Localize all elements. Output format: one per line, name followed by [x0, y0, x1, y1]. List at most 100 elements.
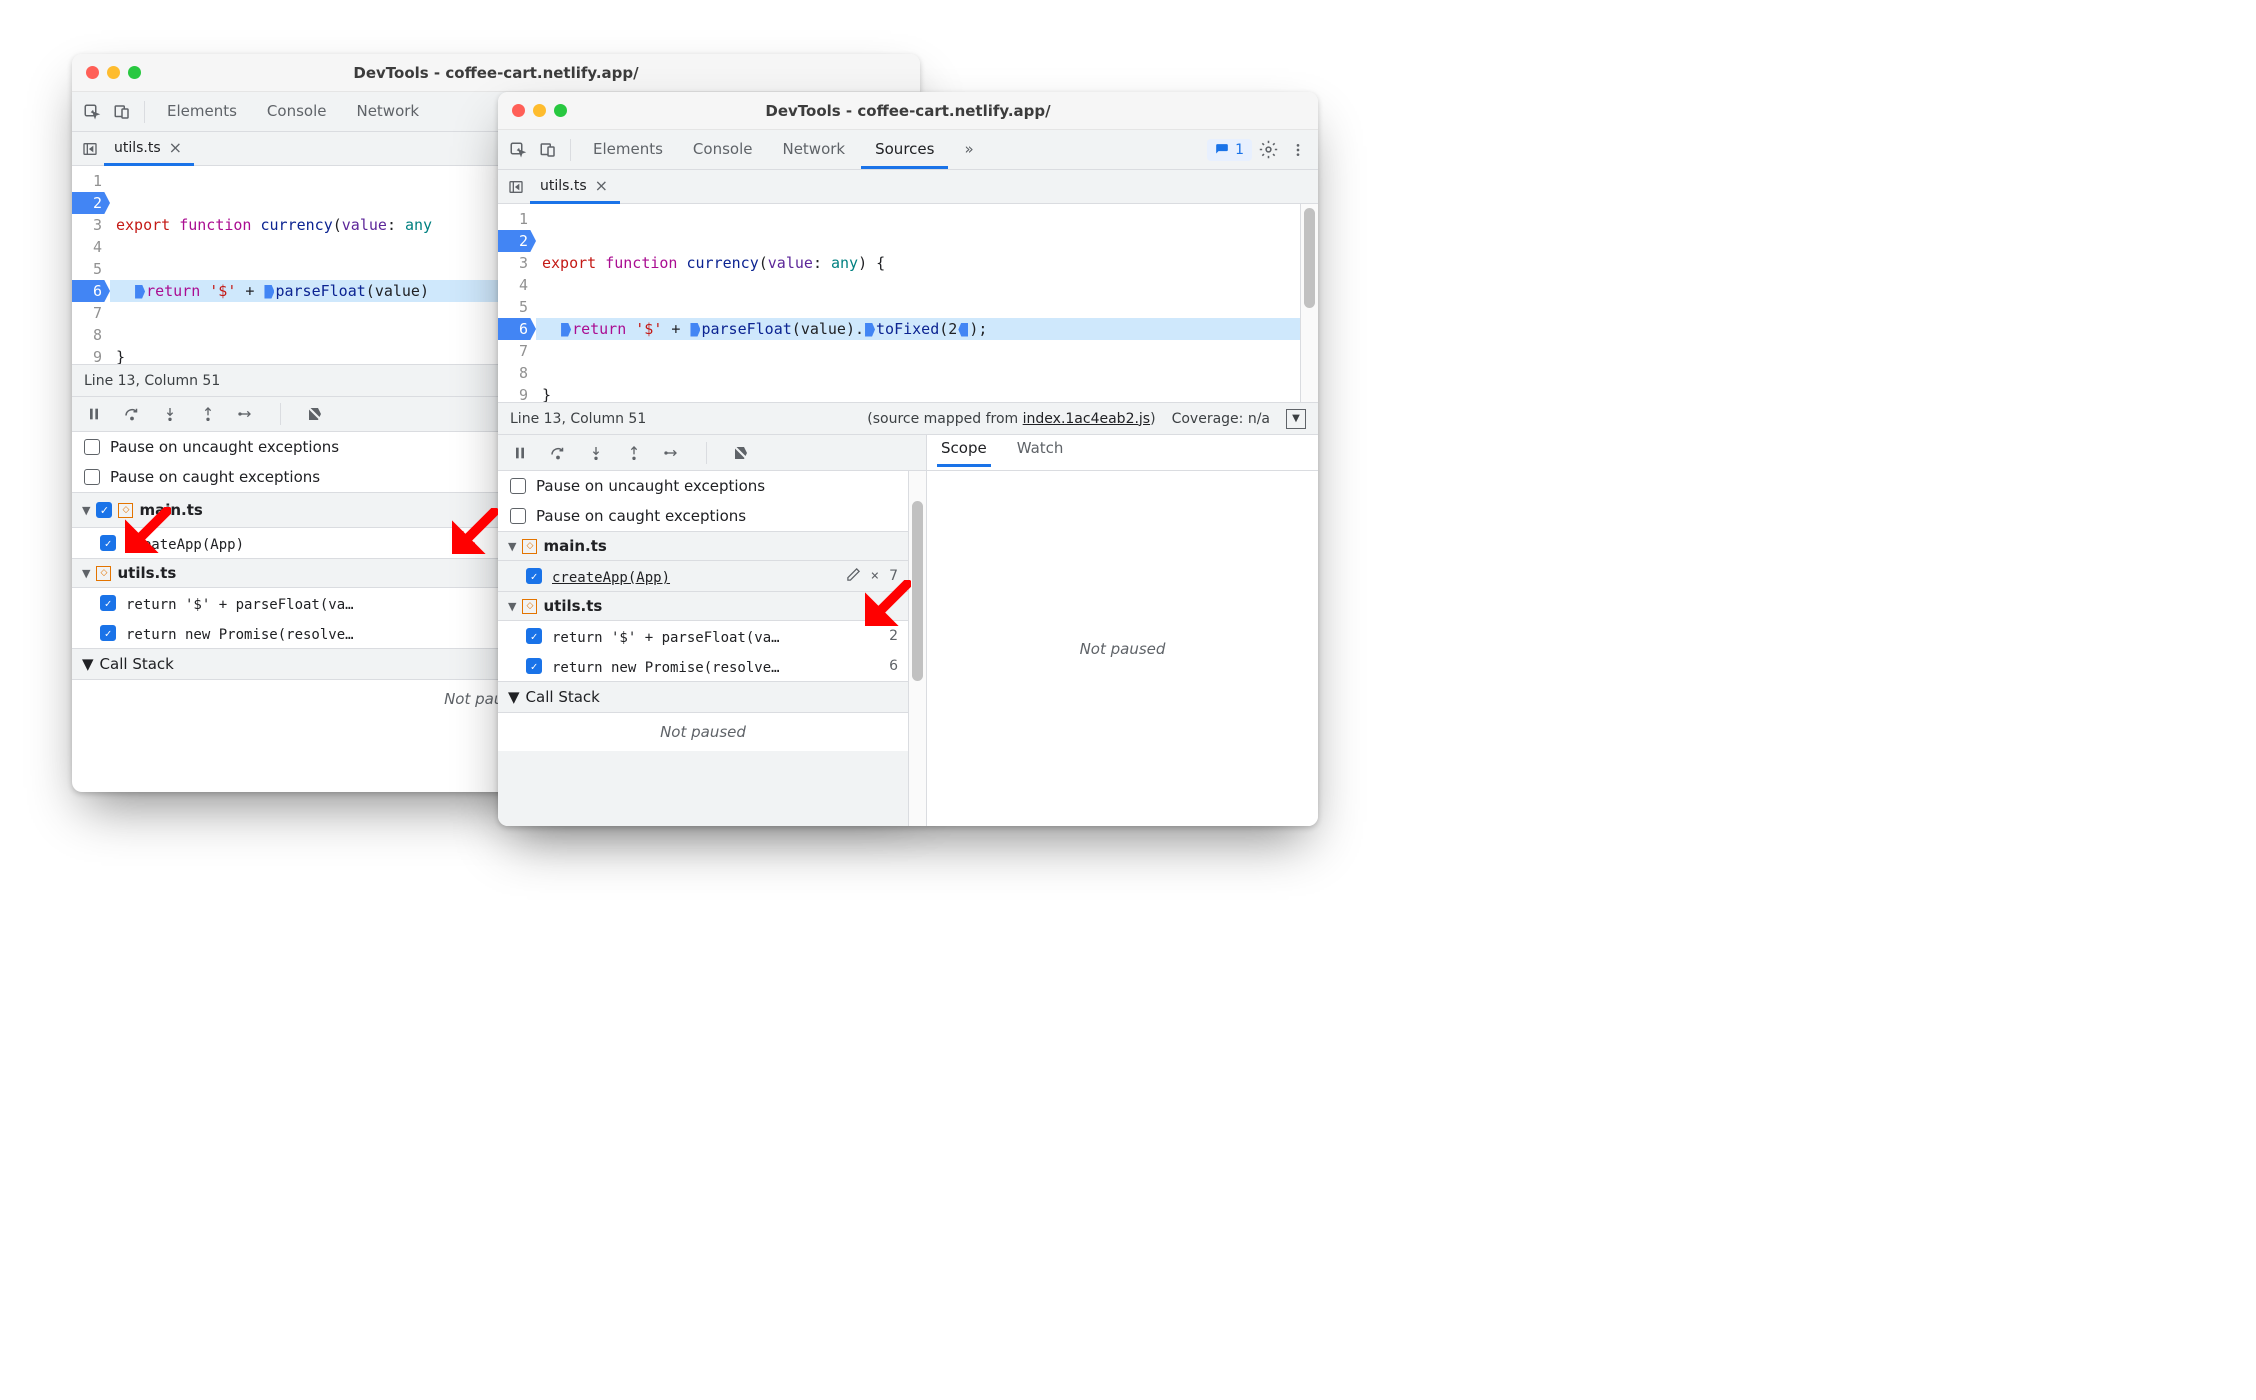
file-icon: ◇ [96, 566, 111, 581]
device-toggle-icon[interactable] [108, 98, 136, 126]
checkbox-icon[interactable]: ✓ [100, 625, 116, 641]
traffic-lights [498, 104, 567, 117]
disclosure-icon[interactable]: ▼ [508, 540, 516, 553]
collapse-icon[interactable]: ▼ [1286, 409, 1306, 429]
statusbar: Line 13, Column 51 (source mapped from i… [498, 402, 1318, 434]
debugger-panel: Pause on uncaught exceptions Pause on ca… [498, 434, 1318, 826]
breakpoints-pane: Pause on uncaught exceptions Pause on ca… [498, 471, 908, 751]
issues-badge[interactable]: 1 [1207, 139, 1252, 161]
devtools-window-right: DevTools - coffee-cart.netlify.app/ Elem… [498, 92, 1318, 826]
breakpoint-row[interactable]: ✓ return '$' + parseFloat(va… 2 [498, 621, 908, 651]
show-nav-icon[interactable] [502, 173, 530, 201]
step-over-icon[interactable] [548, 443, 568, 463]
minimize-dot[interactable] [533, 104, 546, 117]
close-dot[interactable] [512, 104, 525, 117]
inspect-icon[interactable] [504, 136, 532, 164]
step-out-icon[interactable] [198, 404, 218, 424]
tab-console[interactable]: Console [679, 131, 767, 169]
file-tab-label: utils.ts [540, 178, 587, 194]
divider [144, 101, 145, 123]
step-icon[interactable] [236, 404, 256, 424]
titlebar: DevTools - coffee-cart.netlify.app/ [72, 54, 920, 92]
annotation-arrow-icon [452, 508, 498, 554]
pause-icon[interactable] [510, 443, 530, 463]
file-tabstrip: utils.ts × [498, 170, 1318, 204]
step-into-icon[interactable] [586, 443, 606, 463]
checkbox-icon[interactable] [84, 469, 100, 485]
not-paused-label: Not paused [498, 713, 908, 751]
coverage-label: Coverage: n/a [1172, 411, 1270, 427]
maximize-dot[interactable] [128, 66, 141, 79]
breakpoint-row[interactable]: ✓ return new Promise(resolve… 6 [498, 651, 908, 681]
checkbox-icon[interactable] [84, 439, 100, 455]
bp-file-header-main[interactable]: ▼ ◇ main.ts [498, 531, 908, 561]
source-map-info: (source mapped from index.1ac4eab2.js) [867, 411, 1155, 427]
edit-icon[interactable] [846, 567, 861, 586]
disclosure-icon[interactable]: ▼ [82, 567, 90, 580]
gutter[interactable]: 1234 56789 [72, 166, 110, 364]
tab-sources[interactable]: Sources [861, 131, 948, 169]
deactivate-bp-icon[interactable] [731, 443, 751, 463]
tab-network[interactable]: Network [768, 131, 859, 169]
device-toggle-icon[interactable] [534, 136, 562, 164]
disclosure-icon[interactable]: ▼ [508, 600, 516, 613]
tab-watch[interactable]: Watch [1013, 439, 1068, 467]
checkbox-icon[interactable]: ✓ [526, 568, 542, 584]
scrollbar[interactable] [908, 471, 926, 826]
file-icon: ◇ [522, 539, 537, 554]
checkbox-icon[interactable]: ✓ [526, 628, 542, 644]
code-editor[interactable]: 1234 56789 export function currency(valu… [498, 204, 1318, 402]
window-title: DevTools - coffee-cart.netlify.app/ [498, 102, 1318, 120]
file-icon: ◇ [522, 599, 537, 614]
tab-network[interactable]: Network [342, 93, 433, 131]
devtools-tabstrip: Elements Console Network Sources » 1 [498, 130, 1318, 170]
step-out-icon[interactable] [624, 443, 644, 463]
deactivate-bp-icon[interactable] [305, 404, 325, 424]
close-tab-icon[interactable]: × [169, 138, 182, 157]
tab-scope[interactable]: Scope [937, 439, 991, 467]
disclosure-icon[interactable]: ▼ [508, 688, 520, 706]
checkbox-icon[interactable]: ✓ [100, 595, 116, 611]
bp-file-header-utils[interactable]: ▼ ◇ utils.ts [498, 591, 908, 621]
tab-elements[interactable]: Elements [153, 93, 251, 131]
checkbox-icon[interactable]: ✓ [96, 502, 112, 518]
checkbox-icon[interactable] [510, 508, 526, 524]
callstack-header[interactable]: ▼ Call Stack [498, 681, 908, 713]
minimize-dot[interactable] [107, 66, 120, 79]
file-tab-utils[interactable]: utils.ts × [104, 133, 194, 166]
code-area[interactable]: export function currency(value: any) { r… [536, 204, 1300, 402]
breakpoint-row[interactable]: ✓ createApp(App) × 7 [498, 561, 908, 591]
window-title: DevTools - coffee-cart.netlify.app/ [72, 64, 920, 82]
gear-icon[interactable] [1254, 136, 1282, 164]
close-tab-icon[interactable]: × [595, 176, 608, 195]
cursor-position: Line 13, Column 51 [510, 411, 646, 427]
checkbox-icon[interactable]: ✓ [526, 658, 542, 674]
tab-console[interactable]: Console [253, 93, 341, 131]
step-over-icon[interactable] [122, 404, 142, 424]
maximize-dot[interactable] [554, 104, 567, 117]
annotation-arrow-icon [125, 507, 171, 553]
disclosure-icon[interactable]: ▼ [82, 504, 90, 517]
show-nav-icon[interactable] [76, 135, 104, 163]
not-paused-label: Not paused [927, 471, 1318, 826]
traffic-lights [72, 66, 141, 79]
step-icon[interactable] [662, 443, 682, 463]
pause-uncaught-option[interactable]: Pause on uncaught exceptions [498, 471, 908, 501]
tab-elements[interactable]: Elements [579, 131, 677, 169]
pause-caught-option[interactable]: Pause on caught exceptions [498, 501, 908, 531]
tab-more[interactable]: » [950, 131, 987, 169]
step-into-icon[interactable] [160, 404, 180, 424]
gutter[interactable]: 1234 56789 [498, 204, 536, 402]
inspect-icon[interactable] [78, 98, 106, 126]
close-dot[interactable] [86, 66, 99, 79]
checkbox-icon[interactable] [510, 478, 526, 494]
scope-watch-sidebar: Scope Watch Not paused [926, 435, 1318, 826]
source-map-link[interactable]: index.1ac4eab2.js [1023, 411, 1150, 427]
file-tab-utils[interactable]: utils.ts × [530, 171, 620, 204]
scrollbar[interactable] [1300, 204, 1318, 402]
pause-icon[interactable] [84, 404, 104, 424]
disclosure-icon[interactable]: ▼ [82, 655, 94, 673]
sidebar-tabs: Scope Watch [927, 435, 1318, 471]
checkbox-icon[interactable]: ✓ [100, 535, 116, 551]
kebab-icon[interactable] [1284, 136, 1312, 164]
